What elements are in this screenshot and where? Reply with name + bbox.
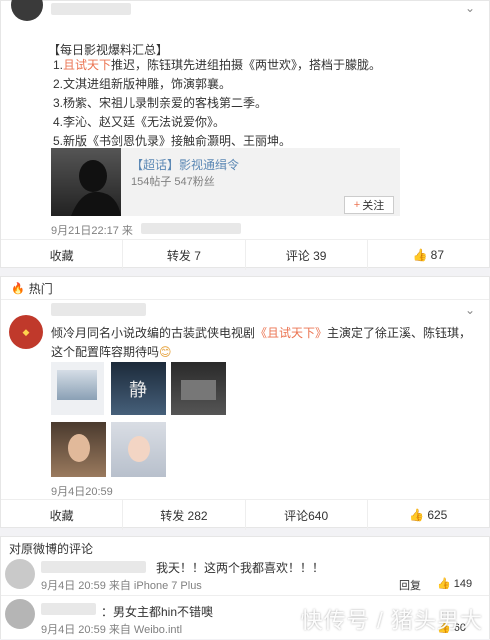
post-card-2: 🔥 热门 ◆ ⌄ 倾冷月同名小说改编的古装武侠电视剧《且试天下》主演定了徐正溪、… — [0, 276, 490, 530]
comments-section: 对原微博的评论 我天！！这两个我都喜欢！！！ 9月4日 20:59 来自 iPh… — [0, 536, 490, 639]
actor-face — [68, 434, 90, 462]
post-item-5: 5.新版《书剑恩仇录》接触俞灏明、王丽坤。 — [53, 134, 292, 148]
follow-button[interactable]: + 关注 — [344, 196, 394, 214]
poster-art — [57, 370, 97, 400]
post-text-line-2: 这个配置阵容期待吗😊 — [51, 345, 172, 359]
comment-text: ：男女主都hin不错噢 — [101, 605, 214, 619]
thumbs-up-icon: 👍 — [409, 508, 425, 522]
plus-icon: + — [353, 199, 361, 211]
hot-label-row: 🔥 热门 — [1, 277, 489, 300]
action-bar: 收藏 转发 7 评论 39 👍 87 — [1, 239, 489, 270]
post-item-2: 2.文淇进组新版神雕，饰演郭襄。 — [53, 77, 232, 91]
like-button[interactable]: 👍 625 — [368, 500, 489, 530]
post-item-4: 4.李沁、赵又廷《无法说爱你》。 — [53, 115, 226, 129]
super-topic-card[interactable]: 【超话】影视通缉令 154帖子 547粉丝 + 关注 — [51, 148, 400, 216]
favorite-button[interactable]: 收藏 — [1, 500, 124, 530]
post-image-4[interactable] — [51, 422, 106, 477]
post-image-5[interactable] — [111, 422, 166, 477]
tv-show-link[interactable]: 且试天下 — [63, 58, 111, 72]
source-blurred — [141, 223, 241, 234]
emoji-icon: 😊 — [159, 345, 172, 359]
post-image-2[interactable]: 静 — [111, 362, 166, 415]
topic-title[interactable]: 【超话】影视通缉令 — [131, 156, 239, 173]
poster-title-glyph: 静 — [129, 380, 147, 400]
avatar[interactable] — [5, 599, 35, 629]
post-time[interactable]: 9月21日22:17 来 — [51, 222, 133, 238]
post-item-1: 1.且试天下推迟，陈钰琪先进组拍摄《两世欢》，搭档于朦胧。 — [53, 58, 382, 72]
thumbs-up-icon: 👍 — [412, 248, 428, 262]
post-item-3: 3.杨紫、宋祖儿录制亲爱的客栈第二季。 — [53, 96, 268, 110]
flame-icon: 🔥 — [11, 282, 25, 295]
post-time[interactable]: 9月4日20:59 — [51, 483, 113, 499]
thumbs-up-icon: 👍 — [437, 578, 451, 590]
avatar[interactable] — [11, 0, 43, 21]
comment-button[interactable]: 评论640 — [246, 500, 368, 530]
comment-like-count[interactable]: 👍 149 — [437, 577, 472, 590]
favorite-button[interactable]: 收藏 — [1, 240, 124, 270]
username-blurred[interactable] — [51, 3, 131, 15]
username-blurred[interactable] — [41, 603, 96, 615]
actress-face — [128, 436, 150, 462]
repost-button[interactable]: 转发 282 — [123, 500, 246, 530]
post-text-line-1: 倾冷月同名小说改编的古装武侠电视剧《且试天下》主演定了徐正溪、陈钰琪， — [51, 326, 472, 340]
poster-art — [181, 380, 216, 400]
watermark-text: 快传号 / 猪头男大 — [300, 608, 483, 633]
post-card-1: ⌄ 【每日影视爆料汇总】 1.且试天下推迟，陈钰琪先进组拍摄《两世欢》，搭档于朦… — [0, 0, 490, 270]
username-blurred[interactable] — [51, 303, 146, 316]
follow-label: 关注 — [362, 200, 385, 212]
comment-button[interactable]: 评论 39 — [246, 240, 368, 270]
tv-show-link[interactable]: 《且试天下》 — [255, 326, 327, 340]
chevron-down-icon[interactable]: ⌄ — [465, 1, 475, 15]
comment-row: 我天！！这两个我都喜欢！！！ 9月4日 20:59 来自 iPhone 7 Pl… — [1, 555, 489, 596]
reply-button[interactable]: 回复 — [399, 577, 421, 593]
post-image-1[interactable] — [51, 362, 104, 415]
chevron-down-icon[interactable]: ⌄ — [465, 303, 475, 317]
topic-thumbnail — [51, 148, 121, 216]
like-button[interactable]: 👍 87 — [368, 240, 489, 270]
action-bar: 收藏 转发 282 评论640 👍 625 — [1, 499, 489, 530]
silhouette-image — [71, 160, 121, 216]
avatar[interactable]: ◆ — [9, 315, 43, 349]
hot-label: 热门 — [28, 281, 53, 296]
avatar-logo-icon: ◆ — [22, 326, 30, 337]
username-blurred[interactable] — [41, 561, 146, 573]
comment-time: 9月4日 20:59 来自 iPhone 7 Plus — [41, 580, 202, 592]
post-image-3[interactable] — [171, 362, 226, 415]
avatar[interactable] — [5, 559, 35, 589]
comment-text: 我天！！这两个我都喜欢！！！ — [156, 561, 325, 575]
topic-stats: 154帖子 547粉丝 — [131, 176, 215, 188]
repost-button[interactable]: 转发 7 — [123, 240, 246, 270]
comment-time: 9月4日 20:59 来自 Weibo.intl — [41, 624, 183, 636]
